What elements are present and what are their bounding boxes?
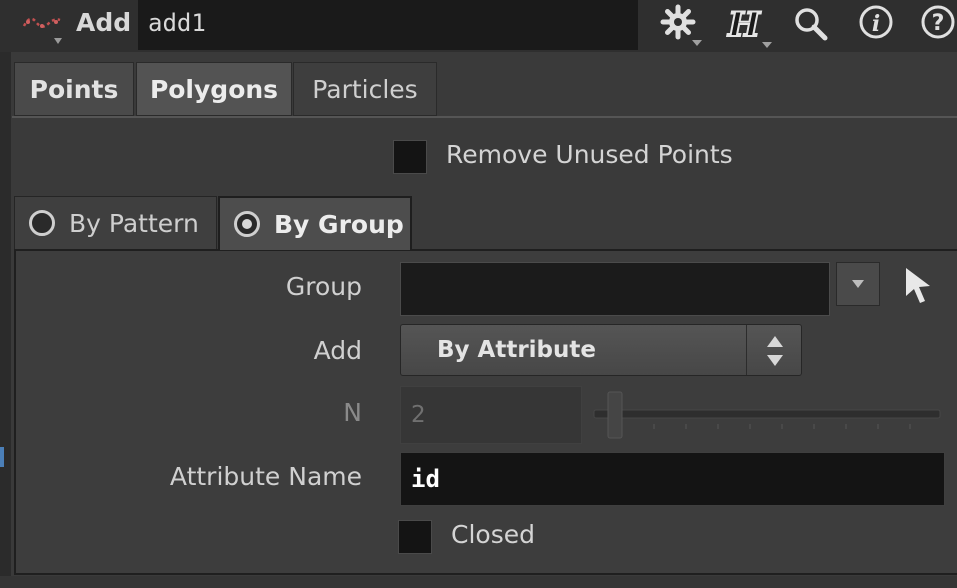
remove-unused-points-checkbox[interactable] xyxy=(393,140,427,174)
svg-text:H: H xyxy=(727,5,762,45)
bottom-strip xyxy=(0,576,957,588)
closed-label: Closed xyxy=(451,520,535,549)
help-icon[interactable]: ? xyxy=(914,0,957,50)
group-field[interactable] xyxy=(400,262,830,316)
n-slider[interactable] xyxy=(592,390,942,440)
tab-by-pattern[interactable]: By Pattern xyxy=(14,196,217,250)
slider-handle[interactable] xyxy=(607,391,623,439)
radio-icon xyxy=(29,210,55,236)
n-field[interactable]: 2 xyxy=(400,386,582,444)
attribute-name-label: Attribute Name xyxy=(169,462,362,491)
tab-by-pattern-label: By Pattern xyxy=(69,208,199,238)
tab-divider xyxy=(12,116,957,118)
radio-selected-icon xyxy=(234,211,260,237)
gear-icon[interactable] xyxy=(656,0,708,50)
tab-polygons[interactable]: Polygons xyxy=(136,62,292,116)
svg-text:i: i xyxy=(872,11,880,37)
add-mode-value: By Attribute xyxy=(437,337,596,363)
group-label: Group xyxy=(285,272,362,301)
svg-text:?: ? xyxy=(932,11,945,36)
add-mode-menu[interactable]: By Attribute xyxy=(400,324,802,376)
closed-checkbox[interactable] xyxy=(398,520,432,554)
houdini-h-icon[interactable]: H xyxy=(722,0,778,50)
select-arrow-icon[interactable] xyxy=(900,264,936,306)
attribute-name-field[interactable] xyxy=(400,452,945,506)
chevron-down-icon xyxy=(852,280,864,288)
left-gutter xyxy=(0,52,11,588)
tab-particles[interactable]: Particles xyxy=(293,62,437,116)
tab-points[interactable]: Points xyxy=(14,62,134,116)
info-icon[interactable]: i xyxy=(854,0,898,50)
node-type-label: Add xyxy=(76,8,132,37)
node-wave-icon[interactable] xyxy=(22,10,66,50)
gutter-marker xyxy=(0,447,4,467)
up-down-arrows-icon xyxy=(767,336,783,366)
search-icon[interactable] xyxy=(788,0,834,50)
tab-strip: Points Polygons Particles xyxy=(12,62,957,118)
tab-by-group[interactable]: By Group xyxy=(218,196,412,250)
tab-by-group-label: By Group xyxy=(274,209,404,239)
group-dropdown-button[interactable] xyxy=(836,262,880,306)
remove-unused-points-label: Remove Unused Points xyxy=(446,140,733,169)
add-label: Add xyxy=(313,336,362,365)
n-label: N xyxy=(343,398,362,427)
node-name-field[interactable] xyxy=(138,0,638,50)
menu-divider xyxy=(746,325,747,375)
